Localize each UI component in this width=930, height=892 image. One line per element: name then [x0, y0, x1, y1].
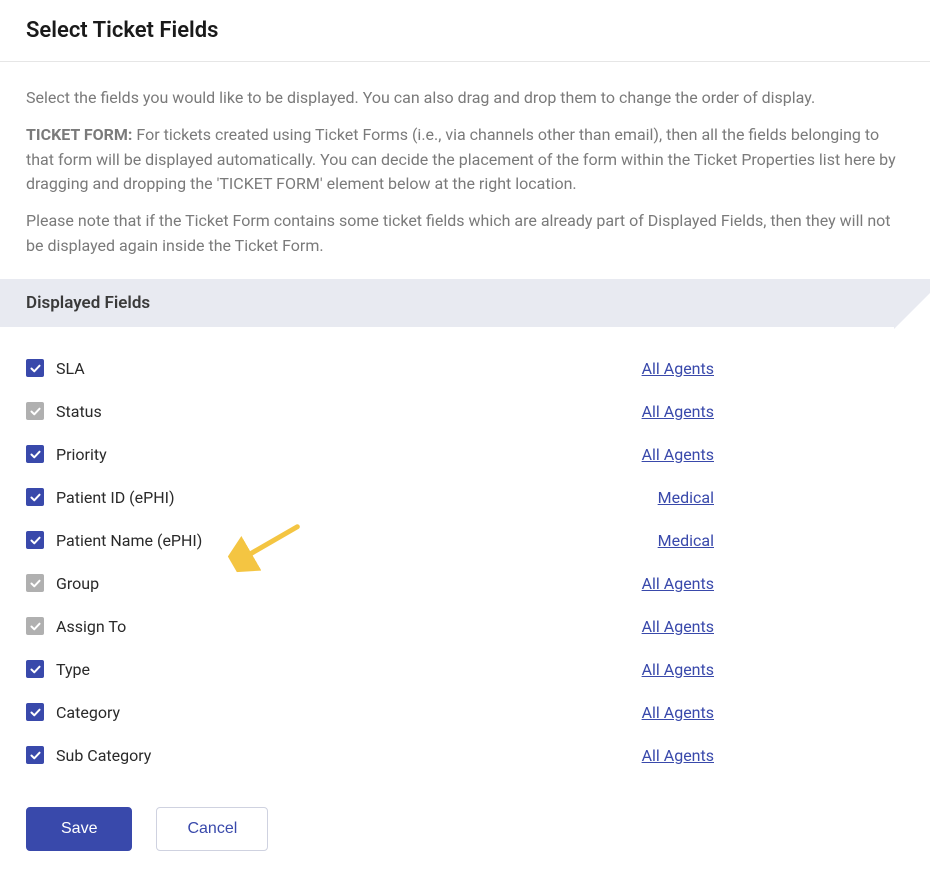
field-row-left: SLA [26, 359, 85, 378]
field-row[interactable]: Status All Agents [26, 390, 904, 433]
description-text-2: TICKET FORM: For tickets created using T… [26, 123, 904, 197]
field-visibility-link[interactable]: All Agents [642, 445, 714, 464]
field-label: Sub Category [56, 746, 151, 765]
description-text-3: Please note that if the Ticket Form cont… [26, 209, 904, 259]
section-title: Displayed Fields [26, 293, 150, 313]
field-row-left: Patient Name (ePHI) [26, 531, 202, 550]
field-checkbox[interactable] [26, 703, 44, 721]
ticket-form-bold: TICKET FORM: [26, 125, 132, 144]
field-row-left: Priority [26, 445, 107, 464]
field-label: Status [56, 402, 102, 421]
cancel-button[interactable]: Cancel [156, 807, 268, 851]
field-checkbox[interactable] [26, 531, 44, 549]
check-icon [29, 491, 42, 504]
field-row[interactable]: Assign To All Agents [26, 605, 904, 648]
field-label: Patient Name (ePHI) [56, 531, 202, 550]
field-row[interactable]: Priority All Agents [26, 433, 904, 476]
check-icon [29, 577, 42, 590]
field-label: Priority [56, 445, 107, 464]
field-checkbox[interactable] [26, 445, 44, 463]
dialog-title: Select Ticket Fields [26, 18, 904, 43]
description-text-2-rest: For tickets created using Ticket Forms (… [26, 125, 896, 194]
field-row-left: Sub Category [26, 746, 151, 765]
field-row[interactable]: Group All Agents [26, 562, 904, 605]
field-visibility-link[interactable]: All Agents [642, 402, 714, 421]
field-checkbox [26, 617, 44, 635]
field-visibility-link[interactable]: Medical [658, 531, 714, 550]
field-label: Type [56, 660, 90, 679]
field-label: Patient ID (ePHI) [56, 488, 175, 507]
dialog-header: Select Ticket Fields [0, 0, 930, 62]
check-icon [29, 448, 42, 461]
field-row-left: Status [26, 402, 102, 421]
description-text-1: Select the fields you would like to be d… [26, 86, 904, 111]
check-icon [29, 405, 42, 418]
field-row-left: Patient ID (ePHI) [26, 488, 175, 507]
field-visibility-link[interactable]: All Agents [642, 660, 714, 679]
field-checkbox[interactable] [26, 488, 44, 506]
field-checkbox[interactable] [26, 660, 44, 678]
field-label: SLA [56, 359, 85, 378]
field-visibility-link[interactable]: Medical [658, 488, 714, 507]
field-row[interactable]: Patient Name (ePHI) Medical [26, 519, 904, 562]
fields-list: SLA All Agents Status All Agents Priority All… [0, 327, 930, 787]
check-icon [29, 749, 42, 762]
field-label: Assign To [56, 617, 126, 636]
field-visibility-link[interactable]: All Agents [642, 574, 714, 593]
field-row-left: Category [26, 703, 120, 722]
field-row-left: Assign To [26, 617, 126, 636]
check-icon [29, 706, 42, 719]
field-row-left: Type [26, 660, 90, 679]
field-label: Category [56, 703, 120, 722]
field-label: Group [56, 574, 99, 593]
field-visibility-link[interactable]: All Agents [642, 359, 714, 378]
field-row[interactable]: Category All Agents [26, 691, 904, 734]
field-checkbox [26, 574, 44, 592]
displayed-fields-header: Displayed Fields [0, 279, 894, 327]
check-icon [29, 362, 42, 375]
field-checkbox [26, 402, 44, 420]
dialog-container: Select Ticket Fields Select the fields y… [0, 0, 930, 863]
field-row[interactable]: Type All Agents [26, 648, 904, 691]
check-icon [29, 534, 42, 547]
dialog-footer: Save Cancel [0, 787, 930, 863]
check-icon [29, 663, 42, 676]
field-checkbox[interactable] [26, 359, 44, 377]
field-row[interactable]: Patient ID (ePHI) Medical [26, 476, 904, 519]
field-visibility-link[interactable]: All Agents [642, 746, 714, 765]
save-button[interactable]: Save [26, 807, 132, 851]
check-icon [29, 620, 42, 633]
field-row[interactable]: SLA All Agents [26, 347, 904, 390]
field-row-left: Group [26, 574, 99, 593]
field-checkbox[interactable] [26, 746, 44, 764]
description-block: Select the fields you would like to be d… [0, 62, 930, 279]
field-row[interactable]: Sub Category All Agents [26, 734, 904, 777]
field-visibility-link[interactable]: All Agents [642, 617, 714, 636]
field-visibility-link[interactable]: All Agents [642, 703, 714, 722]
